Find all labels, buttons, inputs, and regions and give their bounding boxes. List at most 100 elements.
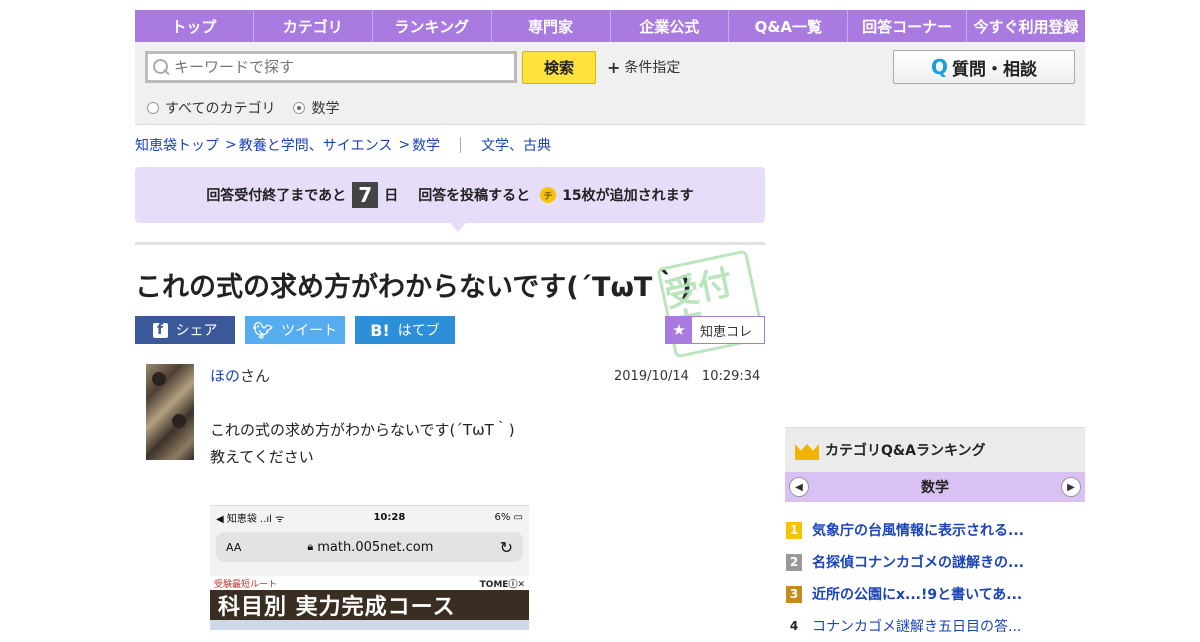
avatar[interactable]	[146, 364, 194, 460]
search-field[interactable]	[145, 51, 517, 83]
category-scope: すべてのカテゴリ 数学	[147, 98, 339, 118]
nav-item-top[interactable]: トップ	[135, 10, 254, 42]
ranking-item[interactable]: 4 コナンカゴメ謎解き五日目の答...	[785, 610, 1085, 642]
breadcrumb-category[interactable]: 教養と学問、サイエンス	[239, 135, 393, 155]
question-title: これの式の求め方がわからないです(´TωT｀)	[135, 272, 692, 303]
nav-item-answer-corner[interactable]: 回答コーナー	[848, 10, 968, 42]
reader-icon: AA	[226, 540, 242, 554]
ask-button-label: 質問・相談	[952, 59, 1037, 80]
nav-item-ranking[interactable]: ランキング	[373, 10, 492, 42]
ranking-item-text: 名探偵コナンカゴメの謎解きの...	[812, 555, 1024, 571]
question-body: これの式の求め方がわからないです(´TωT｀) 教えてください	[210, 417, 515, 471]
radio-all-categories[interactable]: すべてのカテゴリ	[147, 98, 275, 118]
ranking-item-text: 気象庁の台風情報に表示される...	[812, 523, 1024, 539]
ranking-item[interactable]: 1 気象庁の台風情報に表示される...	[785, 514, 1085, 546]
ad-banner: 科目別 実力完成コース	[210, 590, 529, 620]
twitter-share-button[interactable]: 🐦︎ ツイート	[245, 316, 345, 344]
lock-icon: 🔒︎	[307, 540, 314, 553]
status-battery: 6% ▭	[494, 511, 524, 523]
phone-url-bar: AA 🔒︎ math.005net.com ↻	[216, 532, 523, 562]
hatena-bookmark-button[interactable]: B! はてブ	[355, 316, 455, 344]
ad-header: 受験最短ルート TOMEⓘ✕	[210, 576, 529, 590]
ranking-list: 1 気象庁の台風情報に表示される... 2 名探偵コナンカゴメの謎解きの... …	[785, 514, 1085, 642]
chiekore-label: 知恵コレ	[700, 324, 753, 340]
ranking-title: カテゴリQ&Aランキング	[825, 443, 986, 459]
star-icon: ★	[666, 317, 692, 343]
ask-question-button[interactable]: Q 質問・相談	[893, 50, 1075, 84]
category-ranking: カテゴリQ&Aランキング ◀ 数学 ▶ 1 気象庁の台風情報に表示される... …	[785, 427, 1085, 642]
days-remaining: 7	[352, 182, 379, 208]
search-button[interactable]: 検索	[522, 51, 596, 84]
questioner: ほのさん	[210, 365, 270, 386]
facebook-icon: f	[152, 322, 168, 338]
breadcrumb-separator: >	[225, 137, 237, 153]
search-bar: 検索 + 条件指定 Q 質問・相談 すべてのカテゴリ 数学	[135, 42, 1085, 125]
radio-label: 数学	[311, 101, 340, 117]
day-unit: 日	[384, 188, 399, 204]
prev-arrow-icon[interactable]: ◀	[789, 477, 809, 497]
breadcrumb-subcategory[interactable]: 数学	[412, 135, 440, 155]
chiekore-button[interactable]: ★ 知恵コレ	[665, 316, 765, 344]
ad-brand: TOMEⓘ✕	[479, 579, 525, 590]
post-text: 回答を投稿すると	[418, 188, 531, 204]
reward-text: 15枚が追加されます	[562, 188, 694, 204]
phone-status-bar: ◀ 知恵袋 ..ıl ᯤ 10:28 6% ▭	[210, 506, 529, 528]
user-name-link[interactable]: ほの	[210, 367, 240, 385]
url-text: math.005net.com	[317, 539, 434, 555]
search-icon	[152, 58, 170, 76]
search-input[interactable]	[174, 58, 494, 76]
notice-prefix: 回答受付終了まであと	[206, 188, 347, 204]
nav-item-experts[interactable]: 専門家	[492, 10, 611, 42]
crown-icon	[795, 440, 819, 460]
hatena-icon: B!	[370, 320, 390, 340]
rank-badge: 3	[786, 585, 802, 603]
reload-icon: ↻	[499, 537, 513, 557]
question-icon: Q	[930, 55, 948, 79]
user-suffix: さん	[240, 367, 271, 385]
share-label: シェア	[175, 323, 218, 339]
ranking-category-switcher: ◀ 数学 ▶	[785, 472, 1085, 502]
rank-badge: 2	[786, 553, 802, 571]
status-time: 10:28	[373, 511, 406, 523]
ranking-item-text: 近所の公園にx...!9と書いてあ...	[812, 587, 1023, 603]
related-category-link[interactable]: 文学、古典	[481, 135, 551, 155]
ranking-item-text: コナンカゴメ謎解き五日目の答...	[812, 619, 1022, 635]
radio-indicator-selected	[293, 102, 306, 114]
breadcrumb-separator: >	[398, 137, 411, 153]
rank-badge: 4	[789, 619, 799, 633]
nav-item-category[interactable]: カテゴリ	[254, 10, 373, 42]
rank-badge: 1	[786, 521, 802, 539]
global-nav: トップ カテゴリ ランキング 専門家 企業公式 Q&A一覧 回答コーナー 今すぐ…	[135, 10, 1085, 42]
question-body-line: 教えてください	[210, 448, 314, 466]
nav-item-official[interactable]: 企業公式	[611, 10, 730, 42]
coin-icon: チ	[540, 187, 557, 203]
ranking-item[interactable]: 2 名探偵コナンカゴメの謎解きの...	[785, 546, 1085, 578]
status-left: ◀ 知恵袋 ..ıl ᯤ	[216, 513, 285, 525]
ranking-category: 数学	[921, 480, 949, 496]
nav-item-register[interactable]: 今すぐ利用登録	[967, 10, 1085, 42]
page: トップ カテゴリ ランキング 専門家 企業公式 Q&A一覧 回答コーナー 今すぐ…	[135, 10, 1085, 630]
attached-image[interactable]: ◀ 知恵袋 ..ıl ᯤ 10:28 6% ▭ AA 🔒︎ math.005ne…	[210, 505, 529, 630]
conditions-link[interactable]: + 条件指定	[607, 57, 680, 77]
radio-math[interactable]: 数学	[293, 98, 339, 118]
ad-tag: 受験最短ルート	[214, 579, 278, 590]
nav-item-qa-list[interactable]: Q&A一覧	[729, 10, 849, 42]
divider	[460, 137, 462, 153]
breadcrumb: 知恵袋トップ > 教養と学問、サイエンス > 数学 文学、古典	[135, 135, 551, 155]
breadcrumb-top[interactable]: 知恵袋トップ	[135, 135, 219, 155]
answer-deadline-notice: 回答受付終了まであと 7 日 回答を投稿すると チ 15枚が追加されます	[135, 167, 765, 223]
question-body-line: これの式の求め方がわからないです(´TωT｀)	[210, 421, 515, 439]
notice-pointer	[450, 223, 466, 232]
plus-icon: +	[607, 57, 621, 77]
ranking-header: カテゴリQ&Aランキング	[785, 427, 1085, 472]
phone-ad: 受験最短ルート TOMEⓘ✕ 科目別 実力完成コース	[210, 576, 529, 630]
twitter-icon: 🐦︎	[252, 320, 274, 340]
ranking-item[interactable]: 3 近所の公園にx...!9と書いてあ...	[785, 578, 1085, 610]
post-date: 2019/10/14 10:29:34	[614, 369, 761, 384]
radio-indicator	[147, 102, 159, 114]
conditions-label: 条件指定	[624, 60, 681, 76]
radio-label: すべてのカテゴリ	[165, 101, 276, 117]
facebook-share-button[interactable]: f シェア	[135, 316, 235, 344]
next-arrow-icon[interactable]: ▶	[1061, 477, 1081, 497]
hatena-label: はてブ	[397, 323, 440, 339]
